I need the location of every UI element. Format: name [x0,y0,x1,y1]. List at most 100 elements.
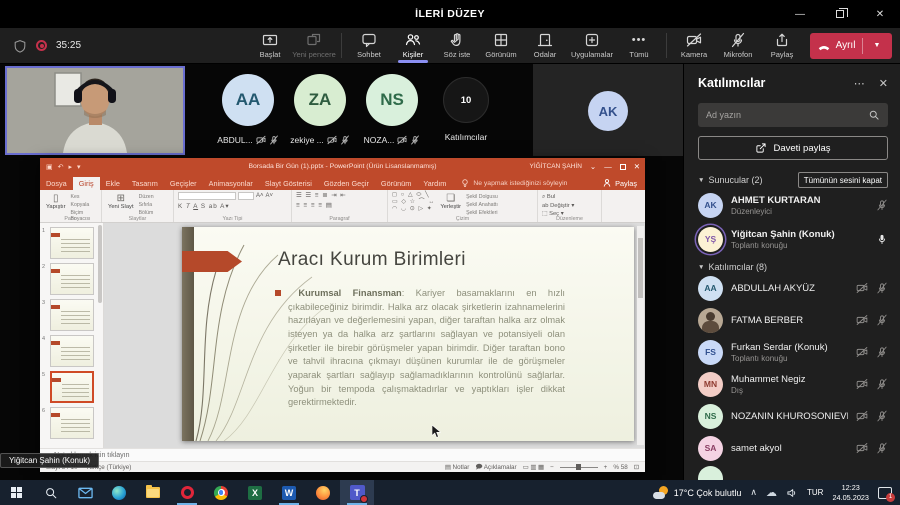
chat-button[interactable]: Sohbet [347,29,391,63]
participant-row-ahmet[interactable]: AK AHMET KURTARAN Düzenleyici [698,188,888,222]
leave-chevron-icon[interactable]: ▼ [868,42,885,49]
start-presenting-button[interactable]: Başlat [248,29,292,63]
font-size-select[interactable] [238,192,254,200]
camera-off-icon[interactable] [856,410,868,422]
leave-button[interactable]: Ayrıl ▼ [810,33,892,59]
thumbnail-scrollbar[interactable] [98,225,102,303]
volume-icon[interactable] [786,487,798,499]
overflow-participants-tile[interactable]: 10 Katılımcılar [430,74,502,142]
mic-on-icon[interactable] [876,233,888,245]
comments-toggle[interactable]: 🗩 Açıklamalar [475,462,516,473]
slide-body-text[interactable]: Kurumsal Finansman: Kariyer basamakların… [275,287,565,410]
participant-tile-ak[interactable]: AK [533,64,683,156]
tab-giris[interactable]: Giriş [73,177,100,190]
mic-off-icon[interactable] [876,282,888,294]
cut-button[interactable]: Kes [71,194,97,200]
attendees-section-header[interactable]: ▼ Katılımcılar (8) [698,262,767,272]
notes-pane[interactable]: Not eklemek için tıklayın [40,448,645,461]
zoom-out-button[interactable]: − [550,464,554,471]
search-input[interactable] [706,110,868,120]
mic-off-icon[interactable] [876,378,888,390]
camera-off-icon[interactable] [856,378,868,390]
webcam-video-tile[interactable] [5,66,185,155]
paste-button[interactable]: ▯ Yapıştır [44,192,68,211]
more-button[interactable]: ••• Tümü [617,29,661,63]
participant-search[interactable] [698,103,888,127]
scrollbar-thumb[interactable] [638,238,643,298]
taskbar-excel-app[interactable]: X [238,480,272,505]
taskbar-chrome-app[interactable] [204,480,238,505]
taskbar-opera-app[interactable] [170,480,204,505]
participant-tile[interactable]: AA ABDUL... [212,74,284,145]
tab-dosya[interactable]: Dosya [40,177,73,190]
participant-row-nozanin[interactable]: NS NOZANIN KHUROSONIEVN... [698,400,888,432]
font-style-buttons[interactable]: K T A S ab A▾ [178,203,230,210]
slide-thumbnail-2[interactable]: 2 [42,263,95,295]
mic-button[interactable]: Mikrofon [716,29,760,63]
slideshow-icon[interactable]: ▸ [69,163,73,171]
slide-thumbnail-3[interactable]: 3 [42,299,95,331]
slide-thumbnail-4[interactable]: 4 [42,335,95,367]
ppt-share-button[interactable]: Paylaş [594,178,645,190]
zoom-slider[interactable] [560,467,598,468]
camera-off-icon[interactable] [856,442,868,454]
taskbar-mail-app[interactable] [68,480,102,505]
tab-yardim[interactable]: Yardım [417,177,452,190]
new-window-button[interactable]: Yeni pencere [292,29,336,63]
apps-button[interactable]: Uygulamalar [567,29,617,63]
camera-off-icon[interactable] [856,314,868,326]
tab-gorunum[interactable]: Görünüm [375,177,417,190]
slide-thumbnail-6[interactable]: 6 [42,407,95,439]
find-button[interactable]: ⌕ Bul [542,194,574,201]
fit-slide-button[interactable]: ⊡ [634,464,639,471]
presenters-section-header[interactable]: ▼ Sunucular (2) [698,175,762,185]
slide-thumbnail-5-selected[interactable]: 5 [42,371,95,403]
mic-off-icon[interactable] [876,199,888,211]
participant-row-furkan[interactable]: FS Furkan Serdar (Konuk) Toplantı konuğu [698,336,888,368]
view-buttons[interactable]: ▭ ▥ ▦ [523,464,544,471]
restore-button[interactable] [820,0,860,28]
tab-animasyonlar[interactable]: Animasyonlar [203,177,259,190]
share-tray-button[interactable]: Paylaş [760,29,804,63]
taskbar-search-button[interactable] [34,480,68,505]
undo-icon[interactable]: ↶ [58,163,64,171]
save-icon[interactable]: ▣ [46,163,53,171]
ribbon-display-options-icon[interactable]: ⌄ [590,162,596,171]
taskbar-edge-app[interactable] [102,480,136,505]
ppt-restore-button[interactable] [620,164,626,170]
zoom-in-button[interactable]: + [604,464,608,471]
slide-thumbnail-1[interactable]: 1 [42,227,95,259]
mic-off-icon[interactable] [876,314,888,326]
ppt-close-button[interactable]: ✕ [634,162,640,171]
taskbar-firefox-app[interactable] [306,480,340,505]
minimize-button[interactable]: — [780,0,820,28]
camera-button[interactable]: Kamera [672,29,716,63]
font-name-select[interactable] [178,192,236,200]
mic-off-icon[interactable] [876,442,888,454]
shapes-gallery[interactable]: ◻ ○ △ ⬭ ╲▭ ◇ ☆ ⌒ ↔◠ ◡ ⊙ ▷ ✦ [392,192,435,213]
shape-outline-button[interactable]: Şekil Anahattı [466,202,498,208]
onedrive-cloud-icon[interactable]: ☁ [766,486,777,499]
current-slide[interactable]: Aracı Kurum Birimleri Kurumsal Finansman… [182,227,634,441]
copy-button[interactable]: Kopyala [71,202,97,208]
tab-ekle[interactable]: Ekle [100,177,126,190]
participant-row-samet[interactable]: SA samet akyol [698,432,888,464]
quick-access-toolbar[interactable]: ▣ ↶ ▸ ▾ [40,163,81,171]
share-invite-button[interactable]: Daveti paylaş [698,136,888,160]
raise-hand-button[interactable]: Söz iste [435,29,479,63]
view-button[interactable]: Görünüm [479,29,523,63]
slide-vertical-scrollbar[interactable] [637,226,644,445]
participant-row-abdullah[interactable]: AA ABDULLAH AKYÜZ [698,272,888,304]
qat-customize-icon[interactable]: ▾ [77,163,81,171]
action-center-icon[interactable]: 1 [878,487,892,499]
close-button[interactable]: ✕ [860,0,900,28]
notes-toggle[interactable]: ▤ Notlar [445,464,470,471]
panel-more-icon[interactable]: ⋯ [854,77,865,90]
ppt-minimize-button[interactable]: — [604,162,612,171]
taskbar-explorer-app[interactable] [136,480,170,505]
layout-button[interactable]: Düzen [139,194,154,200]
tell-me-box[interactable]: Ne yapmak istediğinizi söyleyin [452,178,575,190]
taskbar-teams-app[interactable]: T [340,480,374,505]
arrange-button[interactable]: ❏ Yerleştir [438,192,463,211]
mic-off-icon[interactable] [876,346,888,358]
